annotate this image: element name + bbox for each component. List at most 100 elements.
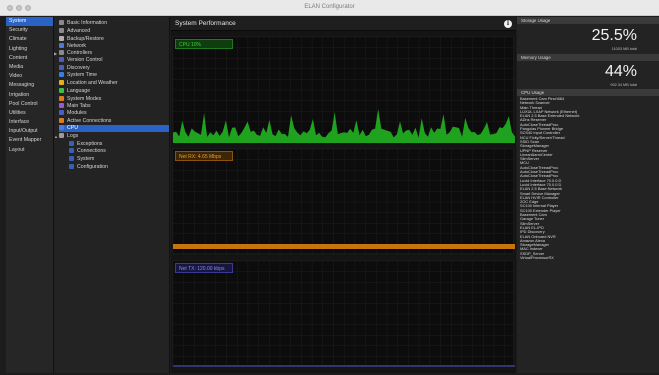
tree-item-configuration[interactable]: Configuration bbox=[69, 164, 169, 171]
storage-usage-header: Storage Usage bbox=[517, 17, 659, 24]
tree-item-label: Configuration bbox=[77, 164, 108, 170]
tree-item-label: Discovery bbox=[67, 65, 90, 71]
tree-item-version-control[interactable]: Version Control bbox=[59, 57, 169, 64]
grid-icon bbox=[59, 20, 64, 25]
tree-item-label: Modules bbox=[67, 110, 87, 116]
nav-item-interface[interactable]: Interface bbox=[6, 118, 53, 127]
log-icon bbox=[69, 156, 74, 161]
expander-icon[interactable]: ▶ bbox=[54, 50, 57, 57]
nav-item-video[interactable]: Video bbox=[6, 72, 53, 81]
tree-item-basic-information[interactable]: Basic Information bbox=[59, 20, 169, 27]
net-tx-graph-label: Net TX: 120.00 kbps bbox=[175, 263, 233, 273]
nav-item-security[interactable]: Security bbox=[6, 26, 53, 35]
tree-item-cpu[interactable]: CPU bbox=[59, 125, 169, 132]
nav-item-input-output[interactable]: Input/Output bbox=[6, 127, 53, 136]
tree-item-language[interactable]: Language bbox=[59, 88, 169, 95]
tree-item-label: Connections bbox=[77, 148, 106, 154]
tree-item-label: Controllers bbox=[67, 50, 93, 56]
tree-item-label: System Time bbox=[67, 72, 97, 78]
backup-icon bbox=[59, 36, 64, 41]
grid-icon bbox=[59, 50, 64, 55]
net-rx-series bbox=[173, 244, 515, 249]
memory-usage-value: 44% bbox=[604, 63, 637, 80]
weather-icon bbox=[59, 80, 64, 85]
process-item: VirtualProcessorRX bbox=[520, 254, 554, 260]
tree-item-discovery[interactable]: Discovery bbox=[59, 65, 169, 72]
tree-item-label: Location and Weather bbox=[67, 80, 118, 86]
nav-item-event-mapper[interactable]: Event Mapper bbox=[6, 136, 53, 145]
tree-item-advanced[interactable]: Advanced bbox=[59, 28, 169, 35]
tree-item-modules[interactable]: Modules bbox=[59, 110, 169, 117]
nav-item-layout[interactable]: Layout bbox=[6, 146, 53, 155]
tree-item-label: Version Control bbox=[67, 57, 103, 63]
cpu-icon bbox=[59, 125, 64, 130]
nav-item-lighting[interactable]: Lighting bbox=[6, 45, 53, 54]
tree-item-active-connections[interactable]: Active Connections bbox=[59, 118, 169, 125]
info-icon[interactable]: i bbox=[504, 20, 512, 28]
nav-item-content[interactable]: Content bbox=[6, 54, 53, 63]
nav-item-irrigation[interactable]: Irrigation bbox=[6, 91, 53, 100]
nav-item-utilities[interactable]: Utilities bbox=[6, 109, 53, 118]
cpu-usage-header: CPU Usage bbox=[517, 89, 659, 96]
tree-item-main-tabs[interactable]: Main Tabs bbox=[59, 103, 169, 110]
tree-item-label: CPU bbox=[67, 125, 78, 131]
tree-item-connections[interactable]: Connections bbox=[69, 148, 169, 155]
memory-usage-header: Memory Usage bbox=[517, 54, 659, 61]
tree-item-backup-restore[interactable]: Backup/Restore bbox=[59, 36, 169, 43]
nav-item-messaging[interactable]: Messaging bbox=[6, 81, 53, 90]
panel-header: System Performance i bbox=[171, 17, 516, 31]
log-icon bbox=[69, 164, 74, 169]
modules-icon bbox=[59, 110, 64, 115]
tree-item-exceptions[interactable]: Exceptions bbox=[69, 141, 169, 148]
tree-item-label: Language bbox=[67, 88, 91, 94]
category-sidebar: System Security Climate Lighting Content Medi… bbox=[6, 17, 53, 373]
net-tx-graph: Net TX: 120.00 kbps bbox=[172, 260, 515, 367]
nav-item-media[interactable]: Media bbox=[6, 63, 53, 72]
tree-item-location-and-weather[interactable]: Location and Weather bbox=[59, 80, 169, 87]
process-list: Basement Cam Pinch584 Network Scanner Main… bbox=[520, 96, 656, 260]
tree-item-label: Basic Information bbox=[67, 20, 108, 26]
system-tree: Basic Information Advanced Backup/Restore N… bbox=[53, 17, 170, 373]
tabs-icon bbox=[59, 103, 64, 108]
nav-item-system[interactable]: System bbox=[6, 17, 53, 27]
net-rx-graph-label: Net RX: 4.65 Mbps bbox=[175, 151, 233, 161]
circle-icon bbox=[59, 65, 64, 70]
log-icon bbox=[69, 148, 74, 153]
storage-usage-value: 25.5% bbox=[591, 27, 637, 44]
network-icon bbox=[59, 43, 64, 48]
memory-total-text: 992.34 MB total bbox=[610, 83, 637, 87]
usage-panel: Storage Usage 25.5% 11003 MB total Memor… bbox=[517, 17, 659, 373]
connections-icon bbox=[59, 118, 64, 123]
cpu-graph-svg bbox=[173, 37, 515, 143]
net-tx-graph-svg bbox=[173, 261, 515, 367]
tree-item-system-time[interactable]: System Time bbox=[59, 72, 169, 79]
tree-item-logs[interactable]: ▲ Logs bbox=[54, 133, 169, 140]
performance-panel: System Performance i CPU 10% Net RX: 4.6… bbox=[171, 17, 516, 373]
tree-item-network[interactable]: Network bbox=[59, 43, 169, 50]
nav-item-pool-control[interactable]: Pool Control bbox=[6, 100, 53, 109]
storage-total-text: 11003 MB total bbox=[611, 47, 637, 51]
folder-icon bbox=[59, 133, 64, 138]
tree-item-label: Network bbox=[67, 43, 87, 49]
tree-item-controllers[interactable]: ▶ Controllers bbox=[54, 50, 169, 57]
tree-item-label: Logs bbox=[67, 133, 79, 139]
tree-item-label: System bbox=[77, 156, 95, 162]
tree-item-label: Advanced bbox=[67, 28, 91, 34]
tree-item-system[interactable]: System bbox=[69, 156, 169, 163]
window-titlebar: ELAN Configurator bbox=[0, 0, 659, 16]
tree-item-label: Active Connections bbox=[67, 118, 112, 124]
modes-icon bbox=[59, 96, 64, 101]
tree-item-system-modes[interactable]: System Modes bbox=[59, 96, 169, 103]
net-rx-graph-svg bbox=[173, 149, 515, 255]
grid-icon bbox=[59, 28, 64, 33]
cpu-graph: CPU 10% bbox=[172, 36, 515, 143]
tree-item-label: Main Tabs bbox=[67, 103, 91, 109]
nav-item-climate[interactable]: Climate bbox=[6, 35, 53, 44]
window-title: ELAN Configurator bbox=[304, 4, 355, 10]
clock-icon bbox=[59, 72, 64, 77]
globe-icon bbox=[59, 88, 64, 93]
net-rx-graph: Net RX: 4.65 Mbps bbox=[172, 148, 515, 255]
tree-item-label: System Modes bbox=[67, 96, 102, 102]
page-title: System Performance bbox=[175, 20, 236, 27]
expander-icon[interactable]: ▲ bbox=[54, 133, 58, 140]
